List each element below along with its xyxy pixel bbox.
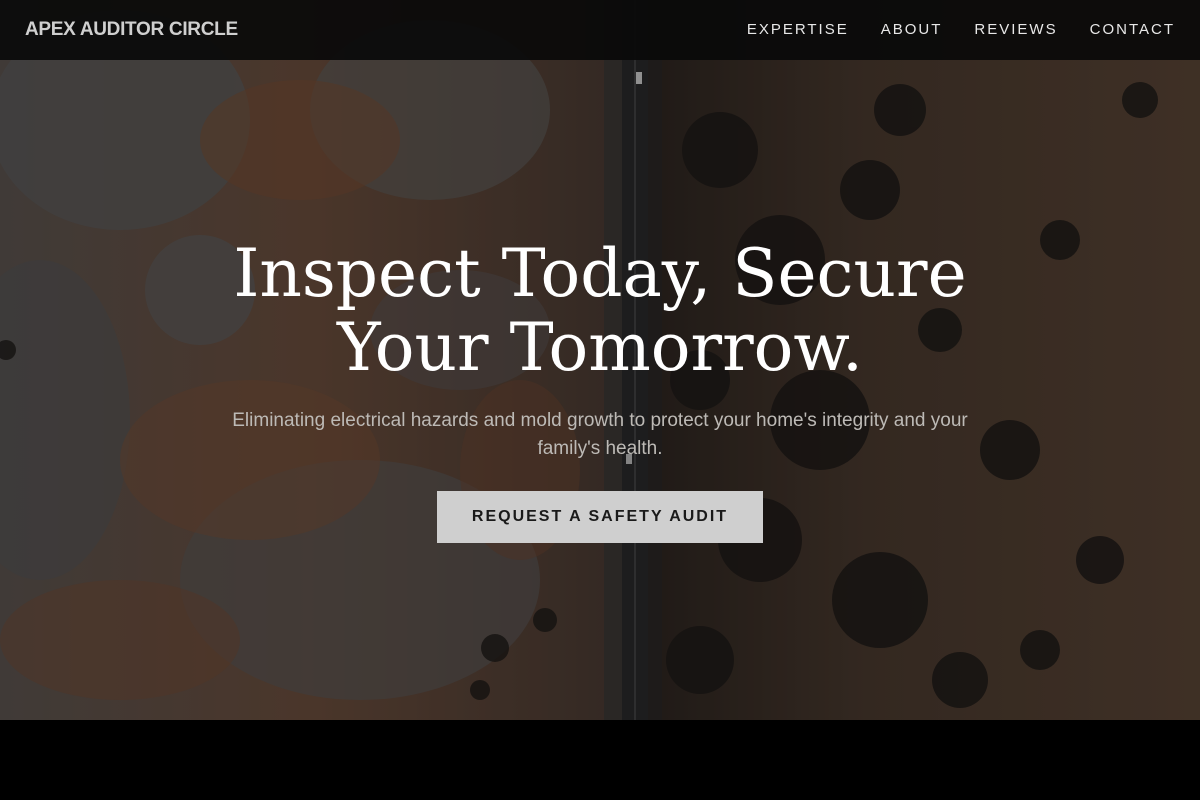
hero-content: Inspect Today, Secure Your Tomorrow. Eli… — [0, 0, 1200, 720]
hero-subtitle: Eliminating electrical hazards and mold … — [232, 410, 968, 459]
nav-link-reviews[interactable]: REVIEWS — [974, 21, 1057, 38]
nav-links: EXPERTISE ABOUT REVIEWS CONTACT — [747, 21, 1175, 39]
nav-item-about: ABOUT — [881, 21, 943, 39]
brand-logo-link[interactable]: APEX AUDITOR CIRCLE — [25, 19, 238, 41]
nav-link-about[interactable]: ABOUT — [881, 21, 943, 38]
top-navigation-bar: APEX AUDITOR CIRCLE EXPERTISE ABOUT REVI… — [0, 0, 1200, 60]
nav-link-contact[interactable]: CONTACT — [1090, 21, 1175, 38]
nav-item-expertise: EXPERTISE — [747, 21, 849, 39]
nav-item-reviews: REVIEWS — [974, 21, 1057, 39]
below-fold-section — [0, 720, 1200, 800]
page: Inspect Today, Secure Your Tomorrow. Eli… — [0, 0, 1200, 800]
nav-item-contact: CONTACT — [1090, 21, 1175, 39]
nav-link-expertise[interactable]: EXPERTISE — [747, 21, 849, 38]
hero-title: Inspect Today, Secure Your Tomorrow. — [233, 235, 967, 386]
request-safety-audit-button[interactable]: REQUEST A SAFETY AUDIT — [437, 491, 763, 543]
hero-section: Inspect Today, Secure Your Tomorrow. Eli… — [0, 0, 1200, 720]
